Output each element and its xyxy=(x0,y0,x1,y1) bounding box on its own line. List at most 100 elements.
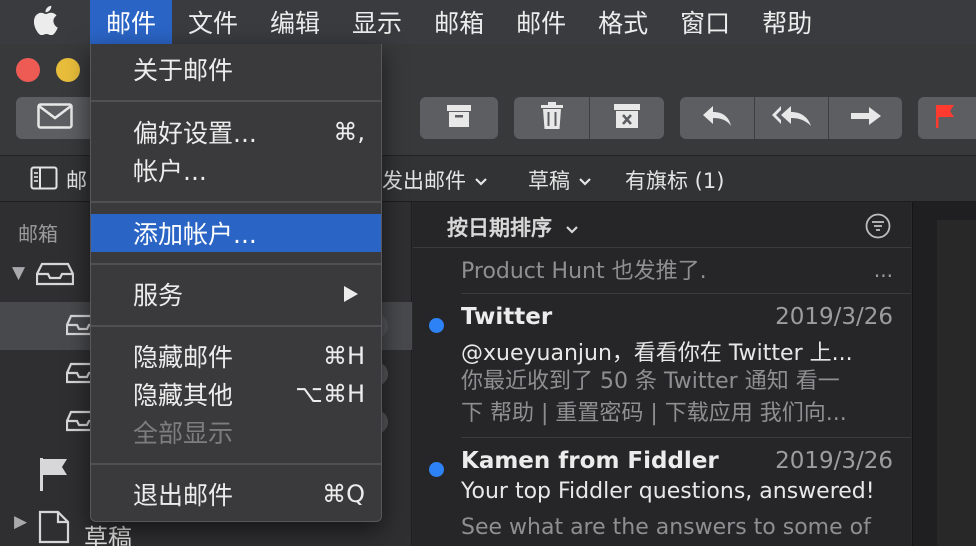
sidebar-item-drafts-label: 草稿 xyxy=(84,524,132,546)
message-preview: See what are the answers to some of xyxy=(461,515,871,540)
minimize-window-button[interactable] xyxy=(56,58,80,82)
unread-dot xyxy=(429,462,444,477)
fav-flagged-label: 有旗标 (1) xyxy=(625,169,725,193)
delete-button[interactable] xyxy=(514,97,589,139)
list-item[interactable]: Twitter 2019/3/26 @xueyuanjun，看看你在 Twitt… xyxy=(413,294,911,438)
message-viewer-pane xyxy=(937,220,976,546)
fav-drafts-label: 草稿 xyxy=(528,169,570,193)
message-preview: 下 帮助 | 重置密码 | 下载应用 我们向... xyxy=(461,401,847,426)
reply-button[interactable] xyxy=(680,97,754,139)
shortcut-label: ⌘Q xyxy=(322,480,365,508)
menu-divider xyxy=(91,201,381,203)
chevron-down-icon xyxy=(578,168,592,192)
menu-item-label: 服务 xyxy=(133,281,184,310)
menu-divider xyxy=(91,463,381,465)
envelope-icon xyxy=(37,103,73,133)
junk-icon xyxy=(613,103,641,133)
menu-item-label: 关于邮件 xyxy=(133,56,234,85)
fav-sent[interactable]: 发出邮件 xyxy=(382,165,488,195)
menu-item-label: 帐户... xyxy=(133,157,207,186)
apple-logo-icon xyxy=(32,5,58,39)
menu-item-label: 偏好设置... xyxy=(133,119,257,148)
menu-item-label: 退出邮件 xyxy=(133,481,234,510)
menu-mailbox[interactable]: 邮箱 xyxy=(418,0,500,44)
menu-item-accounts[interactable]: 帐户... xyxy=(91,151,381,189)
message-subject: @xueyuanjun，看看你在 Twitter 上... xyxy=(461,341,853,366)
message-date: 2019/3/26 xyxy=(775,448,893,474)
menu-mail[interactable]: 邮件 xyxy=(90,0,173,44)
message-sender: Kamen from Fiddler xyxy=(461,448,719,474)
menu-item-hide-mail[interactable]: 隐藏邮件 ⌘H xyxy=(91,337,381,375)
message-preview: 你最近收到了 50 条 Twitter 通知 看一 xyxy=(461,369,840,394)
menu-divider xyxy=(91,325,381,327)
reply-icon xyxy=(701,104,733,132)
menu-divider xyxy=(91,100,381,102)
menu-format[interactable]: 格式 xyxy=(582,0,664,44)
message-viewer xyxy=(912,202,976,546)
shortcut-label: ⌘H xyxy=(322,342,365,370)
message-preview: Product Hunt 也发推了. xyxy=(461,259,707,284)
fav-drafts[interactable]: 草稿 xyxy=(528,165,592,195)
shortcut-label: ⌥⌘H xyxy=(295,380,365,408)
fav-flagged[interactable]: 有旗标 (1) xyxy=(625,165,724,195)
more-indicator: ... xyxy=(873,258,893,282)
filter-icon[interactable] xyxy=(865,213,891,243)
sort-by-date-button[interactable]: 按日期排序 xyxy=(447,212,579,242)
menu-item-preferences[interactable]: 偏好设置... ⌘, xyxy=(91,113,381,151)
menu-item-label: 隐藏邮件 xyxy=(133,343,234,372)
red-flag-icon xyxy=(934,103,956,133)
menu-file[interactable]: 文件 xyxy=(172,0,254,44)
disclosure-triangle-down-icon[interactable]: ▼ xyxy=(12,263,25,283)
junk-button[interactable] xyxy=(589,97,664,139)
delete-junk-group xyxy=(514,97,664,139)
menu-item-label: 全部显示 xyxy=(133,419,234,448)
forward-button[interactable] xyxy=(828,97,902,139)
reply-forward-group xyxy=(680,97,902,139)
menu-item-hide-others[interactable]: 隐藏其他 ⌥⌘H xyxy=(91,375,381,413)
sort-label: 按日期排序 xyxy=(447,216,552,240)
chevron-down-icon xyxy=(474,168,488,192)
menu-item-label: 隐藏其他 xyxy=(133,381,234,410)
close-window-button[interactable] xyxy=(16,58,40,82)
menu-item-label: 添加帐户... xyxy=(133,220,257,249)
flag-icon xyxy=(38,456,70,496)
trash-icon xyxy=(540,102,564,134)
menu-help[interactable]: 帮助 xyxy=(746,0,828,44)
menu-window[interactable]: 窗口 xyxy=(664,0,746,44)
fav-mailboxes[interactable]: 邮 xyxy=(30,165,87,195)
menu-item-services[interactable]: 服务 xyxy=(91,275,381,313)
menu-item-show-all: 全部显示 xyxy=(91,413,381,451)
sidebar-heading: 邮箱 xyxy=(18,222,58,246)
menu-edit[interactable]: 编辑 xyxy=(254,0,336,44)
apple-menu[interactable] xyxy=(0,0,90,44)
menu-view[interactable]: 显示 xyxy=(336,0,418,44)
menu-message[interactable]: 邮件 xyxy=(500,0,582,44)
list-item[interactable]: Kamen from Fiddler 2019/3/26 Your top Fi… xyxy=(413,438,911,546)
unread-dot xyxy=(429,318,444,333)
message-sender: Twitter xyxy=(461,304,553,330)
archive-button[interactable] xyxy=(420,97,498,139)
message-date: 2019/3/26 xyxy=(775,304,893,330)
reply-all-icon xyxy=(771,104,813,132)
menu-item-quit-mail[interactable]: 退出邮件 ⌘Q xyxy=(91,475,381,513)
shortcut-label: ⌘, xyxy=(333,118,365,146)
fav-sent-label: 发出邮件 xyxy=(382,169,466,193)
reply-all-button[interactable] xyxy=(754,97,828,139)
sort-header: 按日期排序 xyxy=(413,202,911,248)
submenu-arrow-icon xyxy=(343,280,359,309)
chevron-down-icon xyxy=(565,216,579,240)
inbox-tray-icon xyxy=(35,262,75,290)
menu-divider xyxy=(91,263,381,265)
archive-icon xyxy=(446,103,472,133)
forward-arrow-icon xyxy=(850,105,882,131)
drafts-document-icon xyxy=(38,510,70,546)
menu-item-add-account[interactable]: 添加帐户... xyxy=(91,214,381,252)
sidebar-toggle-icon xyxy=(30,166,58,195)
flag-button[interactable] xyxy=(918,97,976,139)
message-list: 按日期排序 Product Hunt 也发推了. ... Twitter 201… xyxy=(413,202,911,546)
list-item[interactable]: Product Hunt 也发推了. ... xyxy=(413,248,911,294)
mail-menu-dropdown: 关于邮件 偏好设置... ⌘, 帐户... 添加帐户... 服务 隐藏邮件 ⌘H… xyxy=(90,44,382,522)
menu-item-about-mail[interactable]: 关于邮件 xyxy=(91,50,381,88)
get-mail-button[interactable] xyxy=(16,97,94,139)
disclosure-triangle-right-icon[interactable]: ▶ xyxy=(14,512,27,532)
